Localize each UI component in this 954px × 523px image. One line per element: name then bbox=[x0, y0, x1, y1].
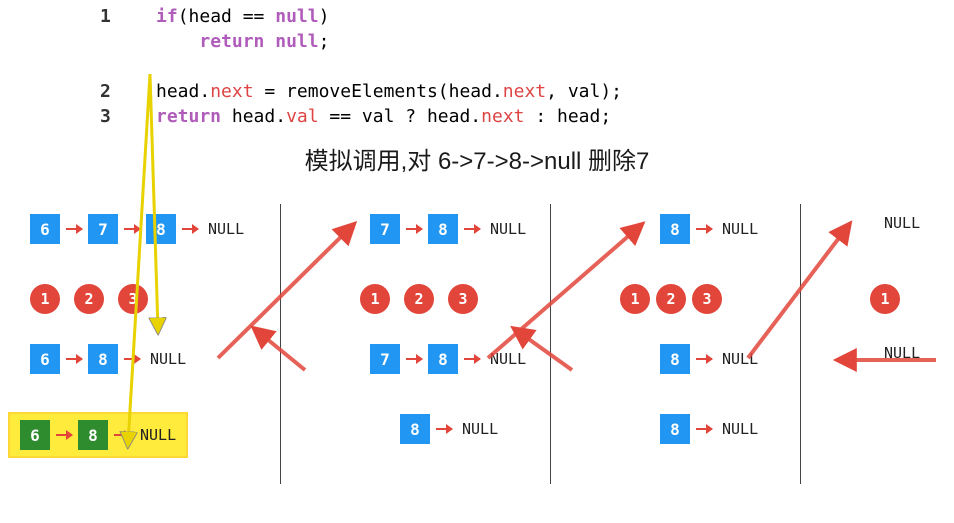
null-label: NULL bbox=[722, 220, 758, 238]
step-marker: 3 bbox=[448, 284, 478, 314]
list-node: 8 bbox=[660, 214, 690, 244]
return-arrow-icon bbox=[488, 226, 640, 358]
step-markers: 123 bbox=[360, 284, 478, 314]
linked-list-top: NULL bbox=[880, 214, 920, 232]
list-node: 8 bbox=[78, 420, 108, 450]
return-arrow-icon bbox=[218, 226, 352, 358]
list-node: 8 bbox=[428, 344, 458, 374]
arrow-right-icon bbox=[696, 358, 712, 360]
step-marker: 1 bbox=[30, 284, 60, 314]
linked-list-top: 678 NULL bbox=[30, 214, 244, 244]
linked-list-result: 68 NULL bbox=[8, 412, 188, 458]
code-line: return null; bbox=[100, 29, 954, 54]
linked-list-mid: NULL bbox=[880, 344, 920, 362]
code-text: return null; bbox=[156, 31, 329, 52]
null-label: NULL bbox=[140, 426, 176, 444]
step-marker: 3 bbox=[692, 284, 722, 314]
line-number: 2 bbox=[100, 79, 111, 104]
linked-list-result: 8 NULL bbox=[660, 414, 758, 444]
panel-divider bbox=[280, 204, 281, 484]
null-label: NULL bbox=[150, 350, 186, 368]
arrow-right-icon bbox=[696, 428, 712, 430]
arrow-right-icon bbox=[406, 358, 422, 360]
line-number: 1 bbox=[100, 4, 111, 29]
arrow-right-icon bbox=[436, 428, 452, 430]
list-node: 8 bbox=[400, 414, 430, 444]
code-text: return head.val == val ? head.next : hea… bbox=[156, 106, 611, 127]
linked-list-mid: 8 NULL bbox=[660, 344, 758, 374]
arrow-right-icon bbox=[464, 228, 480, 230]
list-node: 6 bbox=[30, 344, 60, 374]
arrow-right-icon bbox=[56, 434, 72, 436]
list-node: 6 bbox=[30, 214, 60, 244]
null-label: NULL bbox=[490, 220, 526, 238]
code-line: 1 if(head == null) bbox=[100, 4, 954, 29]
list-node: 8 bbox=[660, 414, 690, 444]
arrow-right-icon bbox=[66, 228, 82, 230]
arrow-right-icon bbox=[114, 434, 130, 436]
null-label: NULL bbox=[490, 350, 526, 368]
list-node: 7 bbox=[370, 214, 400, 244]
call-arrow-icon bbox=[128, 74, 150, 444]
arrow-right-icon bbox=[124, 358, 140, 360]
step-marker: 2 bbox=[404, 284, 434, 314]
step-marker: 1 bbox=[870, 284, 900, 314]
arrow-right-icon bbox=[696, 228, 712, 230]
null-label: NULL bbox=[884, 344, 920, 362]
step-markers: 123 bbox=[620, 284, 722, 314]
line-number: 3 bbox=[100, 104, 111, 129]
step-markers: 123 bbox=[30, 284, 148, 314]
list-node: 6 bbox=[20, 420, 50, 450]
list-node: 7 bbox=[88, 214, 118, 244]
list-node: 8 bbox=[660, 344, 690, 374]
code-text: if(head == null) bbox=[156, 6, 329, 27]
linked-list-top: 8 NULL bbox=[660, 214, 758, 244]
panel-divider bbox=[800, 204, 801, 484]
linked-list-mid: 78 NULL bbox=[370, 344, 526, 374]
diagram-title: 模拟调用,对 6->7->8->null 删除7 bbox=[0, 141, 954, 176]
arrow-right-icon bbox=[124, 228, 140, 230]
step-marker: 3 bbox=[118, 284, 148, 314]
list-node: 8 bbox=[88, 344, 118, 374]
list-node: 8 bbox=[146, 214, 176, 244]
code-text: head.next = removeElements(head.next, va… bbox=[156, 81, 622, 102]
linked-list-top: 78 NULL bbox=[370, 214, 526, 244]
step-marker: 1 bbox=[620, 284, 650, 314]
return-arrow-icon bbox=[748, 226, 848, 358]
null-label: NULL bbox=[722, 420, 758, 438]
arrow-right-icon bbox=[182, 228, 198, 230]
code-line bbox=[100, 54, 954, 79]
null-label: NULL bbox=[884, 214, 920, 232]
linked-list-mid: 68 NULL bbox=[30, 344, 186, 374]
code-line: 2 head.next = removeElements(head.next, v… bbox=[100, 79, 954, 104]
recursion-diagram: 678NULL12368NULL68NULL78NULL12378NULL8NU… bbox=[0, 184, 954, 494]
null-label: NULL bbox=[208, 220, 244, 238]
null-label: NULL bbox=[462, 420, 498, 438]
arrow-right-icon bbox=[66, 358, 82, 360]
step-marker: 2 bbox=[74, 284, 104, 314]
step-marker: 2 bbox=[656, 284, 686, 314]
step-markers: 1 bbox=[870, 284, 900, 314]
step-marker: 1 bbox=[360, 284, 390, 314]
list-node: 7 bbox=[370, 344, 400, 374]
code-block: 1 if(head == null) return null; 2 head.next… bbox=[0, 0, 954, 129]
arrow-right-icon bbox=[406, 228, 422, 230]
list-node: 8 bbox=[428, 214, 458, 244]
arrow-right-icon bbox=[464, 358, 480, 360]
code-line: 3 return head.val == val ? head.next : he… bbox=[100, 104, 954, 129]
panel-divider bbox=[550, 204, 551, 484]
null-label: NULL bbox=[722, 350, 758, 368]
linked-list-result: 8 NULL bbox=[400, 414, 498, 444]
